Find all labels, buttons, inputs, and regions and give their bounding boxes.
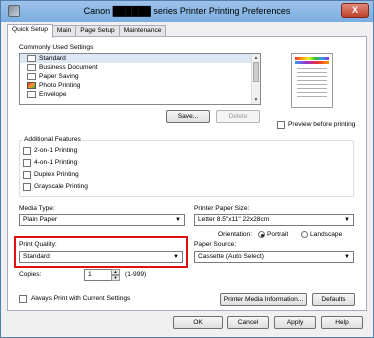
page-preview-image xyxy=(291,53,333,108)
paper-source-label: Paper Source: xyxy=(194,241,237,248)
copies-stepper[interactable]: ▲ ▼ xyxy=(111,269,120,281)
always-print-checkbox[interactable] xyxy=(19,295,27,303)
copies-range: (1-999) xyxy=(125,271,147,278)
landscape-label: Landscape xyxy=(310,231,343,238)
document-icon xyxy=(27,55,36,62)
save-button[interactable]: Save... xyxy=(166,110,210,123)
media-type-select[interactable]: Plain Paper ▼ xyxy=(19,214,185,226)
help-button[interactable]: Help xyxy=(321,316,363,329)
preview-before-printing-checkbox[interactable] xyxy=(277,121,285,129)
list-item[interactable]: Business Document xyxy=(20,63,260,72)
list-item-label: Envelope xyxy=(39,91,67,98)
paper-source-select[interactable]: Cassette (Auto Select) ▼ xyxy=(194,251,354,263)
duplex-printing-checkbox[interactable] xyxy=(23,171,31,179)
two-on-one-checkbox[interactable] xyxy=(23,147,31,155)
scroll-thumb[interactable] xyxy=(253,62,259,82)
preview-before-printing-label: Preview before printing xyxy=(288,121,356,128)
list-item-label: Standard xyxy=(39,55,66,62)
landscape-radio[interactable] xyxy=(301,231,308,238)
list-item[interactable]: Paper Saving xyxy=(20,72,260,81)
chevron-down-icon: ▼ xyxy=(344,217,350,223)
envelope-icon xyxy=(27,91,36,98)
list-item-label: Business Document xyxy=(39,64,98,71)
document-icon xyxy=(27,73,36,80)
title-bar: Canon ██████ series Printer Printing Pre… xyxy=(1,1,373,22)
grayscale-printing-checkbox[interactable] xyxy=(23,183,31,191)
chevron-down-icon: ▼ xyxy=(173,254,179,260)
list-item[interactable]: Photo Printing xyxy=(20,81,260,90)
photo-icon xyxy=(27,82,36,89)
duplex-printing-label: Duplex Printing xyxy=(34,171,79,178)
print-quality-label: Print Quality: xyxy=(19,241,57,248)
four-on-one-label: 4-on-1 Printing xyxy=(34,159,78,166)
media-type-label: Media Type: xyxy=(19,205,55,212)
chevron-down-icon: ▼ xyxy=(344,254,350,260)
media-type-value: Plain Paper xyxy=(23,216,58,223)
portrait-radio[interactable] xyxy=(258,231,265,238)
cancel-button[interactable]: Cancel xyxy=(227,316,269,329)
apply-button[interactable]: Apply xyxy=(274,316,316,329)
list-item[interactable]: Envelope xyxy=(20,90,260,99)
print-quality-select[interactable]: Standard ▼ xyxy=(19,251,183,263)
window-title: Canon ██████ series Printer Printing Pre… xyxy=(83,6,291,16)
scroll-up-icon[interactable]: ▲ xyxy=(252,54,260,62)
scroll-down-icon[interactable]: ▼ xyxy=(252,96,260,104)
document-icon xyxy=(27,64,36,71)
close-button[interactable]: X xyxy=(341,3,369,18)
grayscale-printing-label: Grayscale Printing xyxy=(34,183,88,190)
list-scrollbar[interactable]: ▲ ▼ xyxy=(251,54,260,104)
printer-paper-size-select[interactable]: Letter 8.5"x11" 22x28cm ▼ xyxy=(194,214,354,226)
portrait-label: Portrait xyxy=(267,231,289,238)
paper-source-value: Cassette (Auto Select) xyxy=(198,253,264,260)
delete-button[interactable]: Delete xyxy=(216,110,260,123)
commonly-used-list[interactable]: Standard Business Document Paper Saving … xyxy=(19,53,261,105)
print-quality-value: Standard xyxy=(23,253,50,260)
orientation-label: Orientation: xyxy=(218,231,253,238)
printer-media-information-button[interactable]: Printer Media Information... xyxy=(220,293,307,306)
list-item-label: Paper Saving xyxy=(39,73,79,80)
copies-label: Copies: xyxy=(19,271,42,278)
commonly-used-label: Commonly Used Settings xyxy=(19,44,94,51)
tab-quick-setup[interactable]: Quick Setup xyxy=(7,24,53,38)
stepper-down-icon[interactable]: ▼ xyxy=(111,275,120,281)
list-item-label: Photo Printing xyxy=(39,82,81,89)
four-on-one-checkbox[interactable] xyxy=(23,159,31,167)
defaults-button[interactable]: Defaults xyxy=(312,293,355,306)
ok-button[interactable]: OK xyxy=(173,316,223,329)
two-on-one-label: 2-on-1 Printing xyxy=(34,147,78,154)
chevron-down-icon: ▼ xyxy=(175,217,181,223)
always-print-label: Always Print with Current Settings xyxy=(31,295,131,302)
printer-paper-size-value: Letter 8.5"x11" 22x28cm xyxy=(198,216,270,223)
printer-paper-size-label: Printer Paper Size: xyxy=(194,205,250,212)
printer-preferences-window: Canon ██████ series Printer Printing Pre… xyxy=(0,0,374,338)
additional-features-label: Additional Features xyxy=(23,136,82,143)
list-item[interactable]: Standard xyxy=(20,54,260,63)
